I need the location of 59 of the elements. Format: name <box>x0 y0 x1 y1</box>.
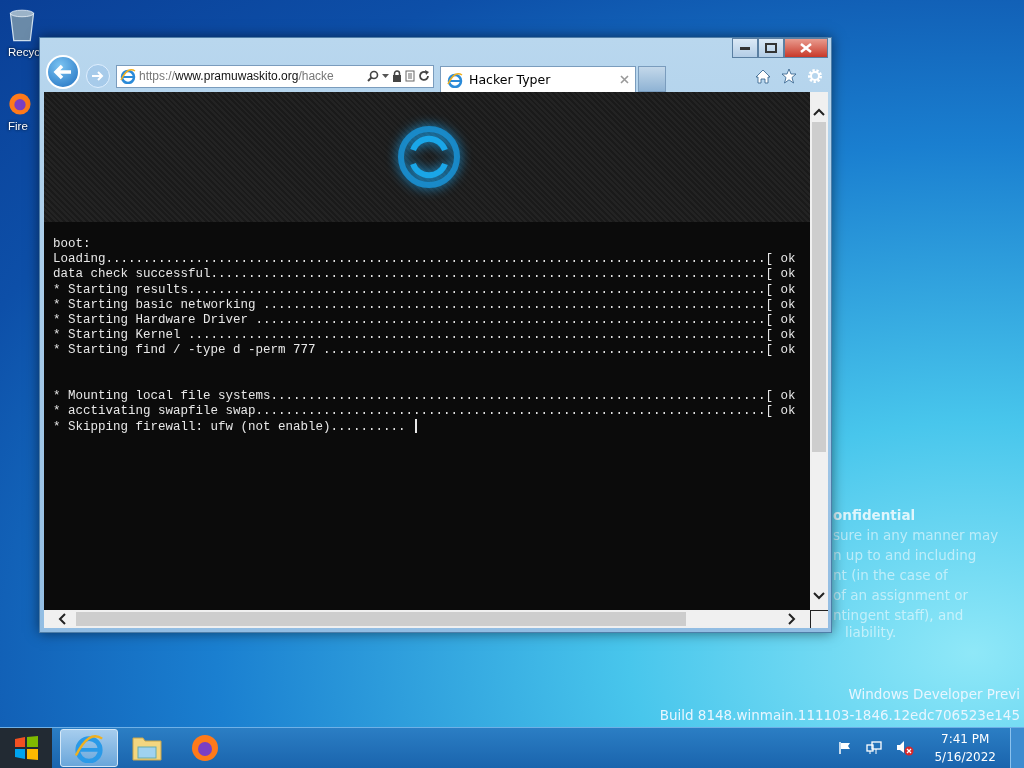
close-icon <box>800 43 812 53</box>
clock-date[interactable]: 5/16/2022 <box>934 748 996 766</box>
firefox-icon <box>190 733 220 763</box>
terminal-line: * Starting Kernel .............................................................................[ ok <box>53 328 796 344</box>
refresh-icon[interactable] <box>418 70 430 82</box>
ie-logo-icon <box>120 68 136 84</box>
os-edition-text: Windows Developer Previ <box>847 685 1020 704</box>
clock-time[interactable]: 7:41 PM <box>941 730 990 748</box>
ie-logo-icon <box>74 733 104 763</box>
wallpaper-notice-line: sure in any manner may <box>833 526 999 545</box>
dropdown-caret-icon[interactable] <box>382 74 389 78</box>
favorites-star-icon[interactable] <box>781 68 797 84</box>
wallpaper-notice-line: of an assignment or <box>833 586 970 605</box>
minimize-button[interactable] <box>732 38 758 58</box>
scroll-left-icon[interactable] <box>58 613 66 625</box>
wallpaper-notice-line: ntingent staff), and <box>833 606 965 625</box>
desktop-icon-label[interactable]: Recyc <box>8 46 40 58</box>
ie-logo-icon <box>447 71 463 88</box>
back-button[interactable] <box>46 55 80 89</box>
windows-logo-icon <box>13 736 39 760</box>
terminal-line: * Starting find / -type d -perm 777 ...........................................................[ ok <box>53 343 796 359</box>
wallpaper-notice-title: onfidential <box>833 506 917 525</box>
terminal-line: * Starting Hardware Driver ....................................................................[ ok <box>53 313 796 329</box>
scroll-right-icon[interactable] <box>788 613 796 625</box>
terminal-line: boot: <box>53 237 91 253</box>
network-icon[interactable] <box>866 741 883 755</box>
wallpaper-notice-line: liability. <box>845 624 897 640</box>
wallpaper-notice-line: nt (in the case of <box>833 566 949 585</box>
recycle-bin-icon[interactable] <box>8 8 36 42</box>
folder-icon <box>131 734 163 762</box>
back-arrow-icon <box>53 64 73 80</box>
scroll-down-icon[interactable] <box>813 592 825 600</box>
speaker-icon[interactable] <box>896 740 915 756</box>
terminal-line: * Skipping firewall: ufw (not enable).......... <box>53 420 406 436</box>
flag-icon[interactable] <box>838 741 853 755</box>
search-icon[interactable] <box>367 70 379 82</box>
os-build-text: Build 8148.winmain.111103-1846.12edc706523e145 <box>659 706 1020 725</box>
scrollbar-corner <box>810 610 828 628</box>
maximize-button[interactable] <box>758 38 784 58</box>
browser-tab[interactable]: Hacker Typer <box>440 66 636 92</box>
close-button[interactable] <box>784 38 828 58</box>
close-tab-icon[interactable] <box>620 75 629 84</box>
terminal-line: * Starting basic networking ...................................................................[ ok <box>53 297 796 313</box>
start-button[interactable] <box>0 728 52 768</box>
scroll-up-icon[interactable] <box>813 108 825 116</box>
terminal-line: * acctivating swapfile swap....................................................................[ ok <box>53 403 796 420</box>
url-text: https://www.pramuwaskito.org/hacke <box>139 69 335 83</box>
forward-arrow-icon <box>91 70 105 82</box>
taskbar-app-button[interactable] <box>60 729 118 767</box>
address-bar[interactable]: https://www.pramuwaskito.org/hacke <box>116 64 434 88</box>
wallpaper-notice-line: n up to and including <box>833 546 978 565</box>
terminal-line: data check successful..........................................................................[ ok <box>53 267 796 283</box>
terminal-line: Loading........................................................................................[ ok <box>53 252 796 268</box>
firefox-icon[interactable] <box>8 92 32 116</box>
home-icon[interactable] <box>755 68 771 84</box>
terminal-line: * Mounting local file systems..................................................................[ ok <box>53 388 796 404</box>
terminal-line: * Starting results.............................................................................[ ok <box>53 282 796 298</box>
lock-icon[interactable] <box>392 70 402 82</box>
desktop-icon-label[interactable]: Fire <box>8 120 28 132</box>
